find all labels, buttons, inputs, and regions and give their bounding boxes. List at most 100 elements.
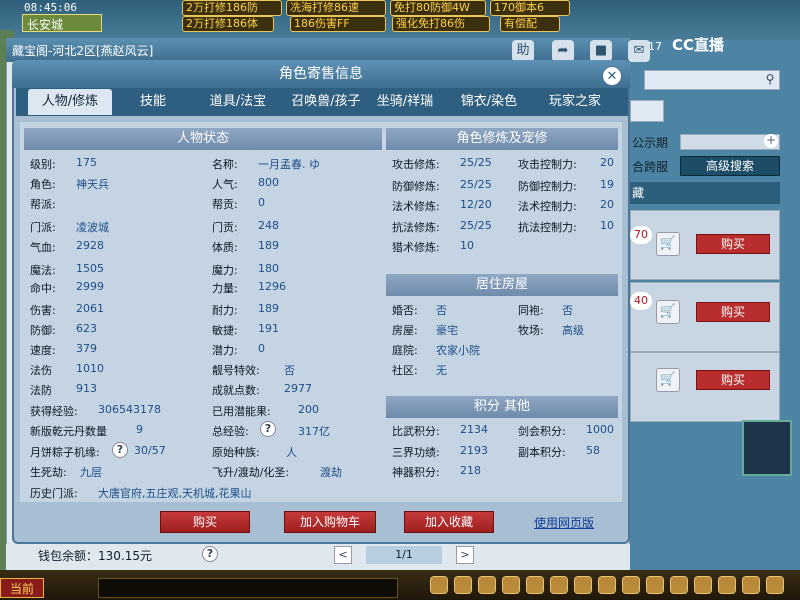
skill-slot-icon[interactable] [766, 576, 784, 594]
filter-box[interactable] [630, 100, 664, 122]
magic-cult-value: 12/20 [460, 198, 492, 211]
sworn-value: 否 [562, 304, 573, 317]
special-id-value: 否 [284, 364, 295, 377]
dialog-title: 角色寄售信息 [12, 60, 630, 88]
cart-icon[interactable]: 🛒 [656, 300, 680, 324]
exp-label: 获得经验: [30, 405, 78, 418]
tab-items[interactable]: 道具/法宝 [200, 89, 276, 115]
web-version-link[interactable]: 使用网页版 [534, 514, 610, 530]
share-icon[interactable]: ➦ [552, 40, 574, 62]
question-icon[interactable]: ? [260, 421, 276, 437]
speed-label: 速度: [30, 344, 56, 357]
hit-label: 命中: [30, 282, 56, 295]
qianyuan-value: 9 [136, 423, 143, 436]
right-panel-tab[interactable]: 藏 [630, 182, 780, 204]
question-icon[interactable]: ? [202, 546, 218, 562]
notification-count: 17 [648, 40, 662, 53]
player-stall-3[interactable]: 免打80防御4W [390, 0, 486, 16]
ascension-value: 渡劫 [320, 466, 342, 479]
hit-value: 2999 [76, 280, 104, 293]
skill-slot-icon[interactable] [670, 576, 688, 594]
exp-value: 306543178 [98, 403, 161, 416]
skill-slot-icon[interactable] [430, 576, 448, 594]
hp-label: 气血: [30, 241, 56, 254]
constitution-value: 189 [258, 239, 279, 252]
name-label: 名称: [212, 158, 238, 171]
total-exp-label: 总经验: [212, 425, 249, 438]
plus-icon[interactable]: + [764, 134, 778, 148]
artifact-score-value: 218 [460, 464, 481, 477]
potential-label: 潜力: [212, 344, 238, 357]
skill-slot-icon[interactable] [454, 576, 472, 594]
magic-ctrl-value: 20 [600, 198, 614, 211]
married-label: 婚否: [392, 304, 418, 317]
question-icon[interactable]: ? [112, 442, 128, 458]
player-stall-5[interactable]: 2万打修186体 [182, 16, 274, 32]
buy-button[interactable]: 购买 [696, 234, 770, 254]
player-stall-7[interactable]: 强化免打86伤 [392, 16, 490, 32]
endurance-value: 189 [258, 302, 279, 315]
magic-defense-label: 法防 [30, 384, 52, 397]
resist-ctrl-value: 10 [600, 219, 614, 232]
tab-skills[interactable]: 技能 [122, 89, 184, 115]
help-icon[interactable]: 助 [512, 40, 534, 62]
skill-slot-icon[interactable] [478, 576, 496, 594]
player-stall-6[interactable]: 186伤害FF [290, 16, 386, 32]
achievement-label: 成就点数: [212, 384, 260, 397]
public-period-label: 公示期 [632, 136, 669, 150]
location-label: 长安城 [22, 14, 102, 32]
house-value: 豪宅 [436, 324, 458, 337]
skill-slot-icon[interactable] [694, 576, 712, 594]
ranch-label: 牧场: [518, 324, 544, 337]
guild-contrib-label: 帮贡: [212, 198, 238, 211]
skill-slot-icon[interactable] [598, 576, 616, 594]
advanced-search-button[interactable]: 高级搜索 [680, 156, 780, 176]
skill-slot-icon[interactable] [622, 576, 640, 594]
skill-slot-icon[interactable] [574, 576, 592, 594]
skill-slot-icon[interactable] [742, 576, 760, 594]
history-sect-label: 历史门派: [30, 487, 78, 500]
agility-label: 敏捷: [212, 324, 238, 337]
resist-cult-label: 抗法修炼: [392, 221, 440, 234]
search-icon[interactable]: ⚲ [762, 72, 778, 88]
cart-icon[interactable]: 🛒 [656, 368, 680, 392]
strength-label: 力量: [212, 282, 238, 295]
constitution-label: 体质: [212, 241, 238, 254]
realm-merit-label: 三界功绩: [392, 446, 440, 459]
tab-character[interactable]: 人物/修炼 [28, 89, 112, 115]
chat-input[interactable] [98, 578, 398, 598]
close-icon[interactable]: ✕ [602, 66, 622, 86]
add-to-favorites-button[interactable]: 加入收藏 [404, 511, 494, 533]
player-stall-2[interactable]: 冼海打修86速 [286, 0, 386, 16]
search-input[interactable] [644, 70, 780, 90]
tab-pets[interactable]: 召唤兽/孩子 [280, 89, 372, 115]
cultivation-header: 角色修炼及宠修 [386, 128, 618, 150]
item-price: 70 [630, 226, 652, 244]
add-to-cart-button[interactable]: 加入购物车 [284, 511, 376, 533]
skill-slot-icon[interactable] [646, 576, 664, 594]
skill-slot-icon[interactable] [550, 576, 568, 594]
popularity-label: 人气: [212, 178, 238, 191]
tab-home[interactable]: 玩家之家 [540, 89, 610, 115]
prev-page-button[interactable]: < [334, 546, 352, 564]
skill-slot-icon[interactable] [502, 576, 520, 594]
resist-ctrl-label: 抗法控制力: [518, 221, 577, 234]
chat-icon[interactable]: ✉ [628, 40, 650, 62]
current-channel-button[interactable]: 当前 [0, 578, 44, 598]
player-stall-8[interactable]: 有偿配 [500, 16, 560, 32]
stop-icon[interactable]: ■ [590, 40, 612, 62]
cart-icon[interactable]: 🛒 [656, 232, 680, 256]
buy-button[interactable]: 购买 [696, 302, 770, 322]
buy-button[interactable]: 购买 [696, 370, 770, 390]
name-value: 一月孟春. ゆ [258, 158, 320, 171]
ascension-label: 飞升/渡劫/化圣: [212, 466, 290, 479]
game-side-icons[interactable] [742, 420, 792, 476]
tab-outfits[interactable]: 锦衣/染色 [454, 89, 524, 115]
skill-slot-icon[interactable] [718, 576, 736, 594]
player-stall-1[interactable]: 2万打修186防 [182, 0, 282, 16]
buy-button[interactable]: 购买 [160, 511, 250, 533]
tab-mounts[interactable]: 坐骑/祥瑞 [370, 89, 440, 115]
next-page-button[interactable]: > [456, 546, 474, 564]
player-stall-4[interactable]: 170御本6 [490, 0, 570, 16]
skill-slot-icon[interactable] [526, 576, 544, 594]
